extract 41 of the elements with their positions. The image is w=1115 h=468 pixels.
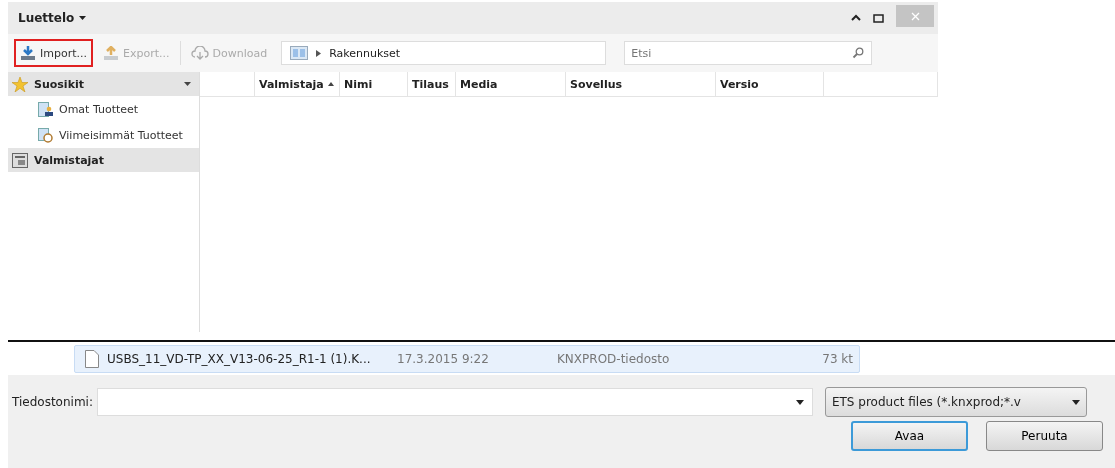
filename-field[interactable]	[96, 388, 813, 416]
import-button[interactable]: Import...	[14, 39, 93, 67]
star-icon	[12, 76, 28, 92]
file-type-dropdown[interactable]: ETS product files (*.knxprod;*.v	[824, 387, 1087, 417]
close-icon	[910, 11, 920, 21]
dialog-button[interactable]: Peruuta	[986, 421, 1103, 451]
maximize-icon[interactable]	[873, 13, 884, 23]
breadcrumb-item[interactable]: Rakennukset	[329, 46, 401, 60]
breadcrumb-bar[interactable]: Rakennukset	[281, 41, 607, 65]
collapse-icon[interactable]	[851, 14, 861, 22]
cloud-download-icon	[190, 45, 209, 61]
import-icon	[20, 45, 36, 61]
column-header[interactable]: Tilaus	[408, 72, 456, 96]
file-type: KNXPROD-tiedosto	[557, 351, 671, 366]
folder-view-icon	[290, 46, 309, 60]
column-header[interactable]: Media	[456, 72, 566, 96]
sidebar-group[interactable]: Suosikit	[8, 72, 199, 96]
column-header[interactable]: Nimi	[340, 72, 408, 96]
export-icon	[103, 45, 119, 61]
window-title[interactable]: Luettelo	[18, 11, 87, 25]
file-date: 17.3.2015 9:22	[397, 351, 490, 366]
column-header[interactable]: Versio	[716, 72, 824, 96]
file-name: USBS_11_VD-TP_XX_V13-06-25_R1-1 (1).K...	[107, 351, 372, 366]
sidebar-item[interactable]: Viimeisimmät Tuotteet	[8, 122, 199, 148]
sidebar-item[interactable]: Omat Tuotteet	[8, 96, 199, 122]
product-list-icon	[38, 101, 54, 117]
file-size: 73 kt	[822, 351, 853, 366]
chevron-icon	[316, 49, 322, 57]
close-button[interactable]	[896, 5, 934, 27]
column-header[interactable]: Valmistaja	[255, 72, 340, 96]
search-field[interactable]: Etsi	[624, 41, 873, 65]
dropdown-icon	[795, 399, 804, 405]
file-row[interactable]: USBS_11_VD-TP_XX_V13-06-25_R1-1 (1).K... 17.3.2015 9:22 KNXPROD-tiedosto 73 kt	[74, 344, 860, 373]
file-icon	[85, 349, 99, 368]
dropdown-icon	[1071, 399, 1080, 405]
column-header[interactable]: Sovellus	[566, 72, 716, 96]
filename-label: Tiedostonimi:	[12, 395, 93, 409]
dialog-button[interactable]: Avaa	[851, 421, 968, 451]
sidebar-group[interactable]: Valmistajat	[8, 148, 199, 172]
building-list-icon	[12, 152, 28, 168]
product-clock-icon	[38, 127, 54, 143]
